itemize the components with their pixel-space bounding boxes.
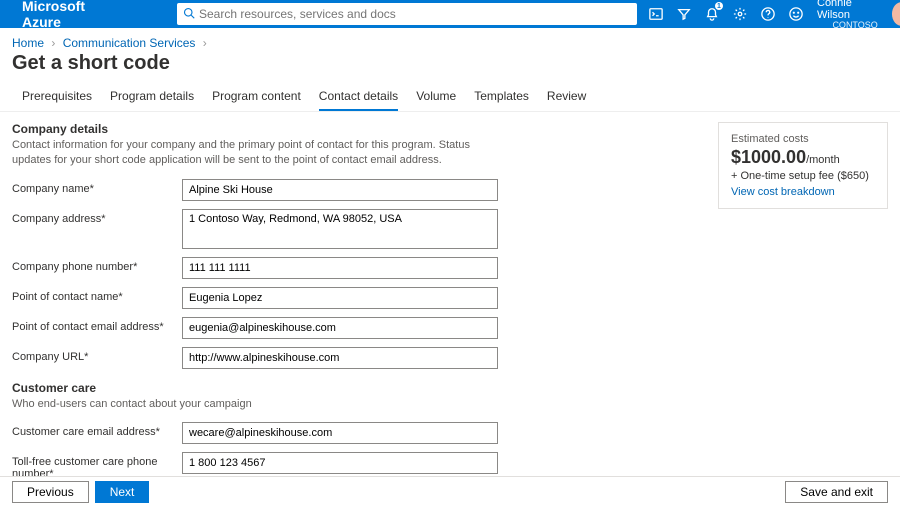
breadcrumb: Home › Communication Services ›: [0, 28, 900, 52]
titlebar-right: 1 Connie Wilson CONTOSO: [649, 0, 900, 31]
filter-icon[interactable]: [677, 6, 691, 22]
tab-review[interactable]: Review: [547, 85, 586, 111]
company-address-field[interactable]: 1 Contoso Way, Redmond, WA 98052, USA: [182, 209, 498, 249]
cost-breakdown-link[interactable]: View cost breakdown: [731, 186, 835, 198]
cc-email-label: Customer care email address*: [12, 422, 182, 438]
notification-badge: 1: [715, 2, 723, 10]
estimated-cost-label: Estimated costs: [731, 133, 875, 145]
company-phone-field[interactable]: [182, 257, 498, 279]
cc-email-field[interactable]: [182, 422, 498, 444]
chevron-right-icon: ›: [203, 36, 207, 50]
footer-bar: Previous Next Save and exit: [0, 476, 900, 506]
user-org: CONTOSO: [832, 21, 877, 31]
help-icon[interactable]: [761, 6, 775, 22]
notifications-icon[interactable]: 1: [705, 6, 719, 22]
top-titlebar: Microsoft Azure 1 Connie Wilson CONTOSO: [0, 0, 900, 28]
tab-strip: Prerequisites Program details Program co…: [0, 81, 900, 112]
company-details-section: Company details Contact information for …: [12, 122, 718, 369]
search-icon: [183, 7, 195, 22]
cloud-shell-icon[interactable]: [649, 6, 663, 22]
crumb-communication-services[interactable]: Communication Services: [63, 36, 196, 50]
company-details-heading: Company details: [12, 122, 718, 136]
next-button[interactable]: Next: [95, 481, 150, 503]
avatar[interactable]: [892, 2, 900, 26]
company-url-field[interactable]: [182, 347, 498, 369]
estimated-cost-card: Estimated costs $1000.00/month + One-tim…: [718, 122, 888, 209]
estimated-cost-price: $1000.00/month: [731, 147, 875, 168]
user-block[interactable]: Connie Wilson CONTOSO: [817, 0, 878, 31]
settings-icon[interactable]: [733, 6, 747, 22]
tab-program-details[interactable]: Program details: [110, 85, 194, 111]
poc-name-field[interactable]: [182, 287, 498, 309]
crumb-home[interactable]: Home: [12, 36, 44, 50]
company-details-desc: Contact information for your company and…: [12, 138, 512, 169]
company-name-label: Company name*: [12, 179, 182, 195]
feedback-icon[interactable]: [789, 6, 803, 22]
previous-button[interactable]: Previous: [12, 481, 89, 503]
save-and-exit-button[interactable]: Save and exit: [785, 481, 888, 503]
poc-name-label: Point of contact name*: [12, 287, 182, 303]
tab-templates[interactable]: Templates: [474, 85, 529, 111]
company-address-label: Company address*: [12, 209, 182, 225]
tab-contact-details[interactable]: Contact details: [319, 85, 398, 111]
global-search[interactable]: [177, 3, 637, 25]
tab-prerequisites[interactable]: Prerequisites: [22, 85, 92, 111]
user-name: Connie Wilson: [817, 0, 878, 21]
customer-care-heading: Customer care: [12, 381, 718, 395]
tab-volume[interactable]: Volume: [416, 85, 456, 111]
brand-label: Microsoft Azure: [22, 0, 85, 30]
company-url-label: Company URL*: [12, 347, 182, 363]
customer-care-desc: Who end-users can contact about your cam…: [12, 397, 512, 412]
cc-phone-field[interactable]: [182, 452, 498, 474]
poc-email-field[interactable]: [182, 317, 498, 339]
poc-email-label: Point of contact email address*: [12, 317, 182, 333]
tab-program-content[interactable]: Program content: [212, 85, 301, 111]
setup-fee-text: + One-time setup fee ($650): [731, 170, 875, 182]
chevron-right-icon: ›: [51, 36, 55, 50]
page-title: Get a short code: [0, 52, 900, 81]
search-input[interactable]: [199, 7, 631, 21]
company-name-field[interactable]: [182, 179, 498, 201]
company-phone-label: Company phone number*: [12, 257, 182, 273]
